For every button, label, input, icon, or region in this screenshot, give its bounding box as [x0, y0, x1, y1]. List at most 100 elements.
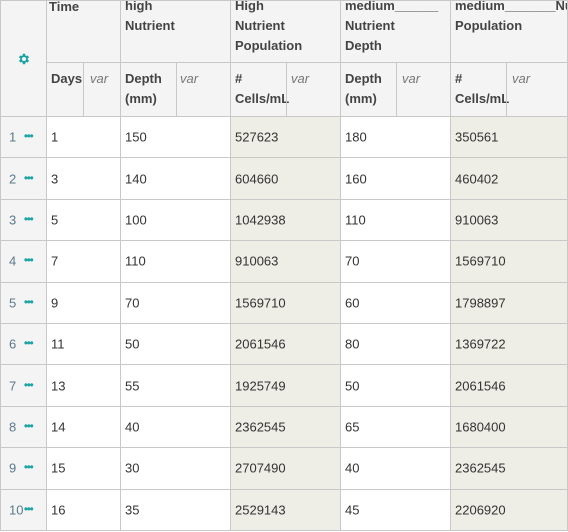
column-header-divider	[286, 63, 287, 116]
column-header-divider	[83, 63, 84, 116]
table-cell[interactable]: 14	[47, 406, 121, 449]
table-cell[interactable]: 180	[341, 117, 451, 159]
cell-value: 1369722	[455, 336, 506, 352]
attribute-header[interactable]: medium_______Nu Population•••	[451, 0, 568, 63]
table-cell[interactable]: 1798897	[451, 282, 568, 324]
table-cell[interactable]: 15	[47, 448, 121, 490]
row-index-cell[interactable]: 4 •••	[0, 241, 47, 283]
table-cell[interactable]: 527623	[231, 117, 341, 159]
table-cell[interactable]: 30	[121, 448, 231, 490]
row-index-cell[interactable]: 9 •••	[0, 448, 47, 490]
table-cell[interactable]: 65	[341, 406, 451, 449]
row-index-cell[interactable]: 2 •••	[0, 158, 47, 200]
table-cell[interactable]: 604660	[231, 158, 341, 200]
column-name: Days	[51, 71, 83, 86]
cell-value: 9	[51, 295, 59, 311]
table-cell[interactable]: 11	[47, 324, 121, 366]
row-menu-icon[interactable]: •••	[24, 131, 34, 143]
table-cell[interactable]: 350561	[451, 117, 568, 159]
row-menu-icon[interactable]: •••	[24, 296, 34, 308]
table-cell[interactable]: 40	[341, 448, 451, 490]
cell-value: 16	[51, 502, 66, 518]
table-cell[interactable]: 70	[121, 282, 231, 324]
table-cell[interactable]: 5	[47, 199, 121, 242]
table-cell[interactable]: 35	[121, 489, 231, 531]
table-settings-cell[interactable]	[0, 0, 47, 117]
table-cell[interactable]: 1569710	[451, 241, 568, 283]
table-cell[interactable]: 1042938	[231, 199, 341, 242]
attribute-header[interactable]: high Nutrient•••	[121, 0, 231, 63]
table-cell[interactable]: 80	[341, 324, 451, 366]
table-cell[interactable]: 2362545	[231, 406, 341, 449]
table-cell[interactable]: 2529143	[231, 489, 341, 531]
row-menu-icon[interactable]: •••	[24, 172, 34, 184]
table-cell[interactable]: 1925749	[231, 365, 341, 407]
table-cell[interactable]: 16	[47, 489, 121, 531]
table-cell[interactable]: 2206920	[451, 489, 568, 531]
row-number: 4	[9, 253, 17, 269]
table-cell[interactable]: 1369722	[451, 324, 568, 366]
row-index-cell[interactable]: 6 •••	[0, 324, 47, 366]
row-index-cell[interactable]: 3 •••	[0, 199, 47, 242]
table-cell[interactable]: 13	[47, 365, 121, 407]
row-menu-icon[interactable]: •••	[24, 420, 34, 432]
cell-value: 2061546	[455, 378, 506, 394]
table-cell[interactable]: 50	[121, 324, 231, 366]
table-cell[interactable]: 910063	[231, 241, 341, 283]
column-header[interactable]: Depth (mm) var	[121, 63, 231, 117]
table-cell[interactable]: 110	[341, 199, 451, 242]
column-header[interactable]: Depth (mm) var	[341, 63, 451, 117]
table-cell[interactable]: 910063	[451, 199, 568, 242]
cell-value: 180	[345, 129, 367, 145]
table-cell[interactable]: 50	[341, 365, 451, 407]
column-header-divider	[176, 63, 177, 116]
row-menu-icon[interactable]: •••	[24, 338, 34, 350]
column-header[interactable]: # Cells/mL var	[451, 63, 568, 117]
table-cell[interactable]: 2061546	[231, 324, 341, 366]
row-number: 5	[9, 295, 17, 311]
table-cell[interactable]: 9	[47, 282, 121, 324]
table-cell[interactable]: 1680400	[451, 406, 568, 449]
table-cell[interactable]: 2707490	[231, 448, 341, 490]
column-header[interactable]: # Cells/mL var	[231, 63, 341, 117]
table-cell[interactable]: 70	[341, 241, 451, 283]
table-cell[interactable]: 110	[121, 241, 231, 283]
column-header[interactable]: Days var	[47, 63, 121, 117]
row-menu-icon[interactable]: •••	[24, 379, 34, 391]
table-cell[interactable]: 45	[341, 489, 451, 531]
table-cell[interactable]: 60	[341, 282, 451, 324]
row-index-cell[interactable]: 10 •••	[0, 489, 47, 531]
table-cell[interactable]: 2061546	[451, 365, 568, 407]
row-index-cell[interactable]: 1 •••	[0, 117, 47, 159]
cell-value: 1569710	[455, 253, 506, 269]
gear-icon[interactable]	[17, 52, 31, 66]
table-cell[interactable]: 1569710	[231, 282, 341, 324]
cell-value: 2206920	[455, 502, 506, 518]
column-type: var	[90, 71, 109, 86]
table-cell[interactable]: 160	[341, 158, 451, 200]
cell-value: 30	[125, 460, 140, 476]
attribute-header[interactable]: medium______ Nutrient Depth•••	[341, 0, 451, 63]
table-cell[interactable]: 7	[47, 241, 121, 283]
table-cell[interactable]: 100	[121, 199, 231, 242]
cell-value: 40	[345, 460, 360, 476]
row-menu-icon[interactable]: •••	[24, 213, 34, 225]
row-menu-icon[interactable]: •••	[24, 503, 34, 515]
attribute-header[interactable]: Time	[47, 0, 121, 63]
attribute-header[interactable]: High Nutrient Population•••	[231, 0, 341, 63]
table-cell[interactable]: 140	[121, 158, 231, 200]
table-cell[interactable]: 55	[121, 365, 231, 407]
row-number: 6	[9, 336, 17, 352]
table-cell[interactable]: 3	[47, 158, 121, 200]
table-cell[interactable]: 460402	[451, 158, 568, 200]
table-cell[interactable]: 150	[121, 117, 231, 159]
table-cell[interactable]: 1	[47, 117, 121, 159]
row-index-cell[interactable]: 5 •••	[0, 282, 47, 324]
table-cell[interactable]: 40	[121, 406, 231, 449]
row-menu-icon[interactable]: •••	[24, 255, 34, 267]
row-menu-icon[interactable]: •••	[24, 462, 34, 474]
cell-value: 3	[51, 171, 59, 187]
row-index-cell[interactable]: 8 •••	[0, 406, 47, 449]
row-index-cell[interactable]: 7 •••	[0, 365, 47, 407]
table-cell[interactable]: 2362545	[451, 448, 568, 490]
